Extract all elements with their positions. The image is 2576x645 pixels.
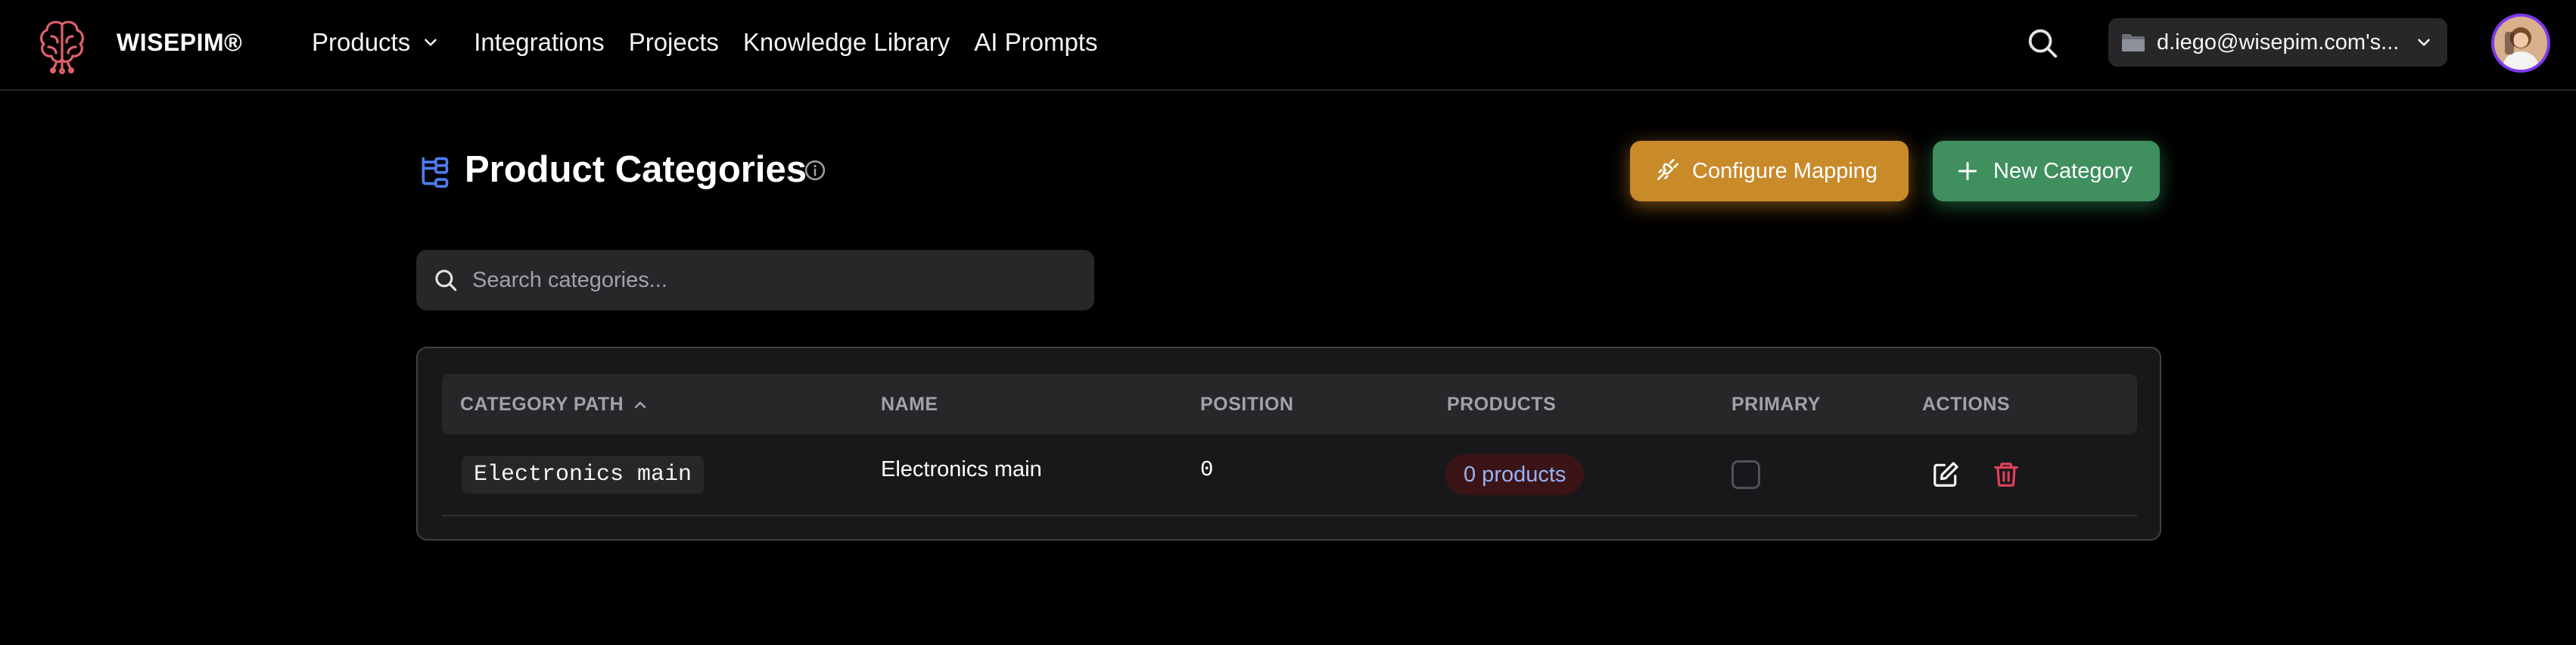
info-icon[interactable] xyxy=(804,159,826,182)
main-nav: Products Integrations Projects Knowledge… xyxy=(312,27,1122,58)
column-header-name[interactable]: NAME xyxy=(881,394,938,416)
category-tree-icon xyxy=(422,157,449,188)
nav-projects[interactable]: Projects xyxy=(629,28,719,57)
account-selector[interactable]: d.iego@wisepim.com's... xyxy=(2108,18,2447,67)
delete-icon[interactable] xyxy=(1992,460,2021,489)
plus-icon xyxy=(1958,161,1977,181)
category-position: 0 xyxy=(1200,457,1214,482)
search-icon[interactable] xyxy=(2025,26,2060,61)
plug-icon xyxy=(1657,159,1678,180)
configure-mapping-button[interactable]: Configure Mapping xyxy=(1630,141,1909,201)
folder-icon xyxy=(2122,34,2145,51)
avatar-image xyxy=(2494,17,2547,70)
products-count-badge[interactable]: 0 products xyxy=(1445,454,1585,495)
edit-icon[interactable] xyxy=(1931,460,1960,489)
primary-checkbox[interactable] xyxy=(1731,460,1760,489)
table-header: CATEGORY PATH NAME POSITION PRODUCTS PRI… xyxy=(442,374,2137,435)
account-label: d.iego@wisepim.com's... xyxy=(2157,30,2400,55)
table-row: Electronics main Electronics main 0 0 pr… xyxy=(442,435,2137,516)
new-category-button[interactable]: New Category xyxy=(1933,141,2160,201)
search-input[interactable] xyxy=(472,267,1093,293)
nav-products-label: Products xyxy=(312,28,411,56)
top-navigation-bar: WISEPIM® Products Integrations Projects … xyxy=(0,0,2576,91)
column-header-products[interactable]: PRODUCTS xyxy=(1447,394,1556,416)
configure-mapping-label: Configure Mapping xyxy=(1692,158,1878,183)
search-categories xyxy=(416,250,1094,310)
new-category-label: New Category xyxy=(1993,158,2133,183)
column-header-label: CATEGORY PATH xyxy=(460,394,624,415)
brain-logo-icon[interactable] xyxy=(33,17,91,74)
nav-ai-prompts[interactable]: AI Prompts xyxy=(974,28,1097,57)
brand-name[interactable]: WISEPIM® xyxy=(117,29,242,57)
column-header-actions: ACTIONS xyxy=(1922,394,2010,415)
category-name: Electronics main xyxy=(881,457,1042,481)
chevron-down-icon xyxy=(425,39,437,46)
page-title: Product Categories xyxy=(465,149,807,190)
nav-integrations[interactable]: Integrations xyxy=(474,28,604,57)
column-header-primary: PRIMARY xyxy=(1731,394,1821,415)
avatar[interactable] xyxy=(2491,14,2550,73)
nav-products[interactable]: Products xyxy=(312,28,440,57)
column-header-position[interactable]: POSITION xyxy=(1200,394,1293,416)
column-header-category-path[interactable]: CATEGORY PATH xyxy=(460,394,649,416)
chevron-down-icon xyxy=(2418,39,2430,46)
nav-knowledge-library[interactable]: Knowledge Library xyxy=(743,28,950,57)
search-icon xyxy=(435,270,457,291)
sort-ascending-icon xyxy=(634,401,646,408)
categories-table: CATEGORY PATH NAME POSITION PRODUCTS PRI… xyxy=(416,347,2161,541)
category-path: Electronics main xyxy=(462,456,705,494)
